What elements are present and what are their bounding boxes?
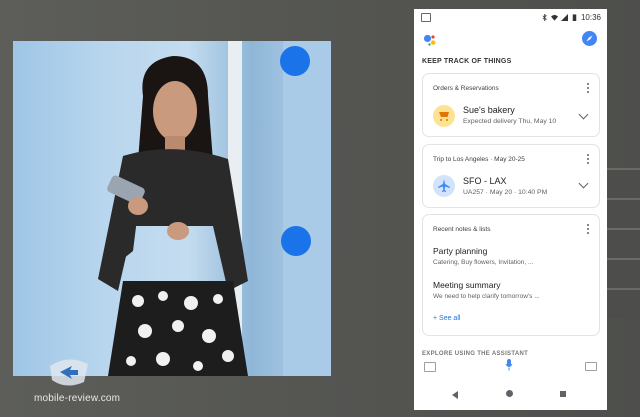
flight-subtitle: UA257 · May 20 · 10:40 PM [463, 189, 548, 196]
keyboard-icon[interactable] [585, 362, 597, 371]
recents-icon[interactable] [560, 391, 566, 397]
note-subtitle: Catering, Buy flowers, Invitation, ... [433, 259, 534, 266]
watermark-text: mobile-review.com [34, 393, 121, 404]
airplane-icon [433, 175, 455, 197]
phone-screen: 10:36 KEEP TRACK OF THINGS Orders & Rese… [414, 9, 607, 410]
trip-card[interactable]: Trip to Los Angeles · May 20-25 SFO - LA… [422, 144, 600, 208]
more-options-icon[interactable] [587, 224, 590, 235]
home-icon[interactable] [506, 390, 513, 397]
section-title: KEEP TRACK OF THINGS [422, 58, 512, 65]
card-caption: Orders & Reservations [433, 85, 499, 92]
status-icons: 10:36 [541, 13, 601, 22]
battery-icon [572, 14, 577, 21]
android-nav-bar [414, 379, 607, 410]
back-icon[interactable] [452, 391, 458, 399]
assistant-header [414, 27, 607, 53]
note-title[interactable]: Party planning [433, 246, 487, 256]
lens-icon[interactable] [424, 362, 436, 372]
presenter-video [13, 41, 331, 376]
card-caption: Trip to Los Angeles · May 20-25 [433, 156, 525, 163]
chevron-down-icon[interactable] [578, 109, 589, 120]
google-assistant-logo-icon [423, 34, 436, 46]
notes-card[interactable]: Recent notes & lists Party planning Cate… [422, 214, 600, 336]
flight-title: SFO - LAX [463, 176, 507, 186]
status-bar: 10:36 [414, 9, 607, 27]
cart-icon [433, 105, 455, 127]
orders-card[interactable]: Orders & Reservations Sue's bakery Expec… [422, 73, 600, 137]
more-options-icon[interactable] [587, 83, 590, 94]
signal-icon [560, 14, 568, 21]
bluetooth-icon [542, 14, 547, 21]
note-title[interactable]: Meeting summary [433, 280, 501, 290]
wifi-icon [550, 14, 558, 21]
order-subtitle: Expected delivery Thu, May 10 [463, 118, 557, 125]
assistant-input-bar [414, 355, 607, 377]
presenter-figure [98, 56, 248, 376]
compass-icon [586, 35, 593, 42]
see-all-link[interactable]: + See all [433, 315, 460, 322]
microphone-icon[interactable] [505, 359, 513, 371]
more-options-icon[interactable] [587, 154, 590, 165]
watermark-logo-icon [50, 359, 88, 386]
order-title: Sue's bakery [463, 105, 515, 115]
notification-icon [421, 13, 431, 22]
note-subtitle: We need to help clarify tomorrow's ... [433, 293, 540, 300]
explore-compass-button[interactable] [582, 31, 597, 46]
status-time: 10:36 [580, 13, 601, 22]
card-caption: Recent notes & lists [433, 226, 491, 233]
chevron-down-icon[interactable] [578, 178, 589, 189]
